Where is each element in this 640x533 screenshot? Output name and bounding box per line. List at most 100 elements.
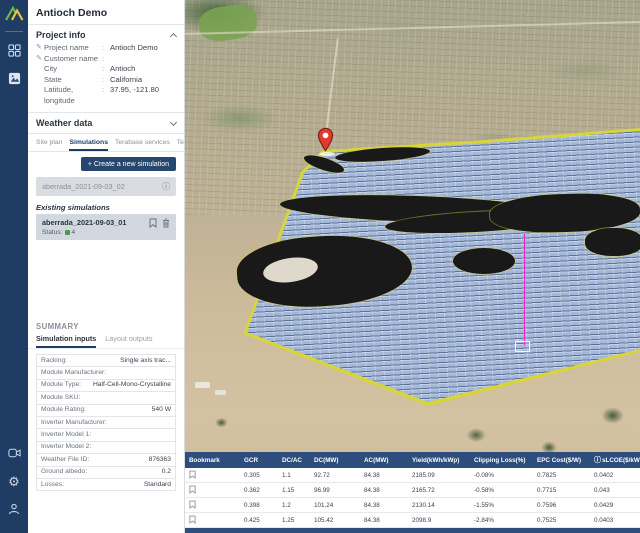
building bbox=[195, 382, 210, 388]
cell-yield: 2185.09 bbox=[408, 472, 470, 479]
pending-simulation-field[interactable]: aberrada_2021-09-03_02 ⓘ bbox=[36, 177, 176, 196]
project-info-header[interactable]: Project info bbox=[28, 25, 184, 43]
field-label: City bbox=[44, 64, 102, 75]
bookmark-icon[interactable] bbox=[189, 485, 196, 494]
cell-dc-mw: 105.42 bbox=[310, 517, 360, 524]
table-row[interactable]: 0.305 1.1 92.72 84.38 2185.09 -0.08% 0.7… bbox=[185, 468, 640, 483]
summary-label: Module SKU: bbox=[41, 394, 80, 402]
pencil-spacer bbox=[36, 85, 44, 106]
summary-label: Losses: bbox=[41, 481, 64, 489]
app-window: ⚙ Antioch Demo Project info ✎ Project na… bbox=[0, 0, 640, 533]
field-value: 37.95, -121.80 bbox=[110, 85, 176, 106]
apps-grid-icon[interactable] bbox=[4, 40, 24, 60]
simulation-name: aberrada_2021-09-03_01 bbox=[42, 218, 126, 227]
results-table-footer-bar[interactable] bbox=[185, 528, 640, 533]
tab-team[interactable]: Team bbox=[177, 139, 184, 151]
info-icon[interactable]: ⓘ bbox=[162, 181, 170, 192]
project-info-title: Project info bbox=[36, 30, 86, 40]
settings-gear-icon[interactable]: ⚙ bbox=[4, 471, 24, 491]
col-bookmark: Bookmark bbox=[185, 457, 240, 464]
tab-site-plan[interactable]: Site plan bbox=[36, 139, 62, 151]
field-label: State bbox=[44, 75, 102, 86]
bookmark-icon[interactable] bbox=[189, 470, 196, 479]
bookmark-icon[interactable] bbox=[189, 500, 196, 509]
summary-label: Ground albedo: bbox=[41, 468, 87, 476]
results-table: Bookmark GCR DC/AC DC(MW) AC(MW) Yield(k… bbox=[185, 452, 640, 533]
bookmark-cell bbox=[185, 515, 240, 526]
summary-row-module-type: Module Type:Half-Cell-Mono-Crystalline bbox=[37, 380, 175, 392]
edit-pencil-icon[interactable]: ✎ bbox=[36, 54, 44, 65]
summary-value: 876363 bbox=[149, 456, 171, 464]
summary-title: SUMMARY bbox=[28, 318, 184, 332]
cell-slcoe: 0.043 bbox=[590, 487, 640, 494]
create-simulation-button[interactable]: + Create a new simulation bbox=[81, 157, 176, 171]
cell-dc-mw: 101.24 bbox=[310, 502, 360, 509]
tab-layout-outputs[interactable]: Layout outputs bbox=[105, 334, 152, 348]
table-row[interactable]: 0.425 1.25 105.42 84.38 2098.9 -2.84% 0.… bbox=[185, 513, 640, 528]
cell-dc-mw: 96.99 bbox=[310, 487, 360, 494]
colon: : bbox=[102, 85, 110, 106]
field-label: Latitude, longitude bbox=[44, 85, 102, 106]
info-icon[interactable]: ⓘ bbox=[594, 457, 601, 464]
tab-simulations[interactable]: Simulations bbox=[69, 139, 108, 151]
summary-label: Module Type: bbox=[41, 381, 81, 389]
bookmark-cell bbox=[185, 470, 240, 481]
cell-epc: 0.7525 bbox=[533, 517, 590, 524]
cell-gcr: 0.362 bbox=[240, 487, 278, 494]
cell-dcac: 1.25 bbox=[278, 517, 310, 524]
simulation-list-item[interactable]: aberrada_2021-09-03_01 Status: 4 bbox=[36, 214, 176, 240]
table-row[interactable]: 0.362 1.15 96.99 84.38 2165.72 -0.58% 0.… bbox=[185, 483, 640, 498]
panel-tabs: Site plan Simulations Terabase services … bbox=[28, 134, 184, 152]
screen-record-icon[interactable] bbox=[4, 443, 24, 463]
summary-value: 0.2 bbox=[162, 468, 171, 476]
pencil-spacer bbox=[36, 64, 44, 75]
summary-row-weather-file-id: Weather File ID:876363 bbox=[37, 454, 175, 466]
measurement-line bbox=[524, 234, 525, 345]
project-name-row: ✎ Project name : Antioch Demo bbox=[36, 43, 176, 54]
summary-label: Racking: bbox=[41, 357, 67, 365]
location-pin-icon[interactable] bbox=[317, 126, 334, 154]
cell-slcoe: 0.0402 bbox=[590, 472, 640, 479]
exclusion-zone-blob bbox=[585, 228, 640, 256]
summary-row-module-manufacturer: Module Manufacturer: bbox=[37, 367, 175, 379]
cell-gcr: 0.425 bbox=[240, 517, 278, 524]
summary-label: Inverter Model 2: bbox=[41, 443, 91, 451]
col-gcr: GCR bbox=[240, 457, 278, 464]
summary-label: Inverter Manufacturer: bbox=[41, 419, 107, 427]
cell-dcac: 1.1 bbox=[278, 472, 310, 479]
cell-clipping: -0.08% bbox=[470, 472, 533, 479]
bookmark-icon[interactable] bbox=[149, 218, 157, 228]
cell-gcr: 0.305 bbox=[240, 472, 278, 479]
chevron-down-icon bbox=[170, 118, 177, 125]
account-user-icon[interactable] bbox=[4, 499, 24, 519]
tab-simulation-inputs[interactable]: Simulation inputs bbox=[36, 334, 96, 348]
field-label: Customer name bbox=[44, 54, 102, 65]
col-dc-mw: DC(MW) bbox=[310, 457, 360, 464]
status-green-icon bbox=[65, 230, 70, 235]
cell-dcac: 1.2 bbox=[278, 502, 310, 509]
col-epc-cost: EPC Cost($/W) bbox=[533, 457, 590, 464]
summary-value: 540 W bbox=[152, 406, 171, 414]
summary-row-module-rating: Module Rating: 540 W bbox=[37, 405, 175, 417]
summary-label: Module Rating: bbox=[41, 406, 86, 414]
cell-slcoe: 0.0429 bbox=[590, 502, 640, 509]
tab-terabase-services[interactable]: Terabase services bbox=[115, 139, 170, 151]
summary-row-inverter-model-1: Inverter Model 1: bbox=[37, 429, 175, 441]
map-image-icon[interactable] bbox=[4, 68, 24, 88]
city-row: City : Antioch bbox=[36, 64, 176, 75]
trash-icon[interactable] bbox=[162, 218, 170, 228]
simulation-item-info: aberrada_2021-09-03_01 Status: 4 bbox=[42, 218, 126, 236]
create-button-row: + Create a new simulation bbox=[28, 152, 184, 174]
col-slcoe-label: sLCOE($/kWh) bbox=[602, 457, 640, 464]
cell-ac-mw: 84.38 bbox=[360, 517, 408, 524]
bookmark-cell bbox=[185, 485, 240, 496]
substation-outline bbox=[515, 341, 530, 353]
edit-pencil-icon[interactable]: ✎ bbox=[36, 43, 44, 54]
nav-rail: ⚙ bbox=[0, 0, 28, 533]
cell-clipping: -1.55% bbox=[470, 502, 533, 509]
building bbox=[215, 390, 226, 395]
table-row[interactable]: 0.398 1.2 101.24 84.38 2130.14 -1.55% 0.… bbox=[185, 498, 640, 513]
weather-data-header[interactable]: Weather data bbox=[28, 113, 184, 134]
cell-dc-mw: 92.72 bbox=[310, 472, 360, 479]
bookmark-icon[interactable] bbox=[189, 515, 196, 524]
